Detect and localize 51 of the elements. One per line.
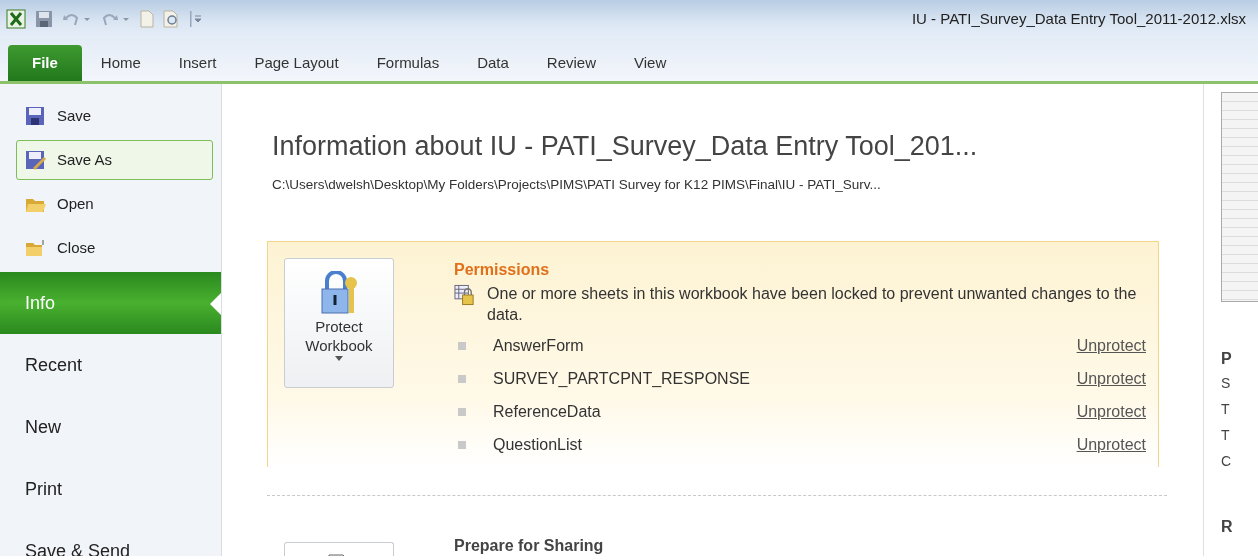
sheet-name: QuestionList bbox=[493, 434, 582, 455]
bullet-icon bbox=[458, 341, 466, 350]
menu-item[interactable]: Recent bbox=[0, 334, 221, 396]
ribbon-tab[interactable]: View bbox=[615, 45, 686, 81]
app-icon[interactable] bbox=[6, 9, 26, 29]
menu-item[interactable]: New bbox=[0, 396, 221, 458]
save-icon[interactable] bbox=[35, 10, 53, 28]
save-as-icon bbox=[25, 149, 47, 171]
ribbon-tab[interactable]: Page Layout bbox=[235, 45, 358, 81]
ribbon-tab[interactable]: Review bbox=[527, 45, 615, 81]
bullet-icon bbox=[458, 374, 466, 383]
menu-item[interactable]: Save bbox=[0, 96, 221, 136]
bullet-icon bbox=[458, 407, 466, 416]
bullet-icon bbox=[458, 440, 466, 449]
print-preview-icon[interactable] bbox=[163, 10, 181, 28]
ribbon-tab[interactable]: Formulas bbox=[357, 45, 459, 81]
property-label: C bbox=[1221, 452, 1233, 471]
menu-item[interactable]: Close bbox=[0, 228, 221, 268]
menu-item[interactable]: Save & Send bbox=[0, 520, 221, 556]
file-path: C:\Users\dwelsh\Desktop\My Folders\Projects\PIMS\PATI Survey for K12 PIMS\Final\IU - PATI_Surv... bbox=[272, 175, 882, 194]
menu-item[interactable]: Save As bbox=[16, 140, 213, 180]
caret-icon bbox=[335, 355, 343, 361]
protect-workbook-button[interactable]: Protect Workbook bbox=[284, 257, 394, 388]
property-label: T bbox=[1221, 426, 1231, 445]
ribbon-tab[interactable]: Data bbox=[458, 45, 528, 81]
save-icon bbox=[25, 105, 47, 127]
locked-sheets-icon bbox=[454, 283, 476, 306]
sheet-name: ReferenceData bbox=[493, 401, 601, 422]
window-title: IU - PATI_Survey_Data Entry Tool_2011-2012.xlsx bbox=[911, 8, 1247, 29]
sheet-name: AnswerForm bbox=[493, 335, 584, 356]
sheet-name: SURVEY_PARTCPNT_RESPONSE bbox=[493, 368, 750, 389]
ribbon-tab[interactable]: Insert bbox=[159, 45, 236, 81]
customize-icon[interactable] bbox=[190, 10, 202, 28]
section-heading: Prepare for Sharing bbox=[454, 535, 604, 556]
property-heading: P bbox=[1221, 349, 1233, 369]
property-label: S bbox=[1221, 374, 1232, 393]
menu-item[interactable]: Print bbox=[0, 458, 221, 520]
menu-item[interactable]: Open bbox=[0, 184, 221, 224]
section-heading: Permissions bbox=[454, 259, 551, 280]
ribbon-tab[interactable]: File bbox=[8, 45, 82, 81]
unprotect-link[interactable]: Unprotect bbox=[1076, 366, 1146, 391]
unprotect-link[interactable]: Unprotect bbox=[1076, 333, 1146, 358]
folder-icon bbox=[25, 237, 47, 259]
unprotect-link[interactable]: Unprotect bbox=[1076, 432, 1146, 457]
ribbon-tab[interactable]: Home bbox=[81, 45, 160, 81]
permissions-message: One or more sheets in this workbook have been locked to prevent unwanted changes to the data. bbox=[487, 283, 1138, 325]
lock-key-icon bbox=[319, 270, 359, 317]
property-heading: R bbox=[1221, 517, 1234, 537]
unprotect-link[interactable]: Unprotect bbox=[1076, 399, 1146, 424]
property-label: T bbox=[1221, 400, 1231, 419]
page-title: Information about IU - PATI_Survey_Data Entry Tool_201... bbox=[272, 130, 979, 163]
